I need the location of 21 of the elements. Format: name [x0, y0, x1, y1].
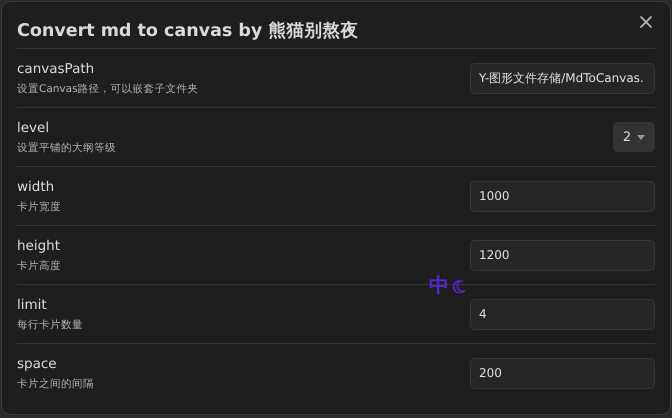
setting-description: 设置平铺的大纲等级 [17, 140, 116, 154]
close-icon[interactable] [640, 16, 652, 28]
level-dropdown[interactable]: 2 [613, 122, 655, 152]
input-field[interactable]: Y-图形文件存储/MdToCanvas. [470, 62, 655, 94]
setting-name: level [17, 120, 50, 136]
setting-name: width [17, 178, 56, 194]
input-field[interactable]: 1200 [470, 240, 655, 270]
input-field[interactable]: 1000 [470, 180, 655, 212]
dialog-title: Convert md to canvas by 熊猫别熬夜 [17, 20, 358, 42]
setting-name: space [17, 356, 58, 372]
setting-name: height [17, 238, 61, 254]
setting-name: limit [17, 296, 48, 312]
input-field[interactable]: 200 [470, 358, 655, 388]
setting-name: canvasPath [17, 60, 96, 76]
setting-description: 卡片之间的间隔 [17, 376, 94, 390]
setting-description: 每行卡片数量 [17, 318, 83, 332]
input-field[interactable]: 4 [470, 298, 655, 330]
setting-description: 卡片高度 [17, 258, 61, 272]
setting-description: 设置Canvas路径，可以嵌套子文件夹 [17, 82, 199, 96]
setting-description: 卡片宽度 [17, 200, 61, 214]
caret-icon [637, 134, 646, 140]
